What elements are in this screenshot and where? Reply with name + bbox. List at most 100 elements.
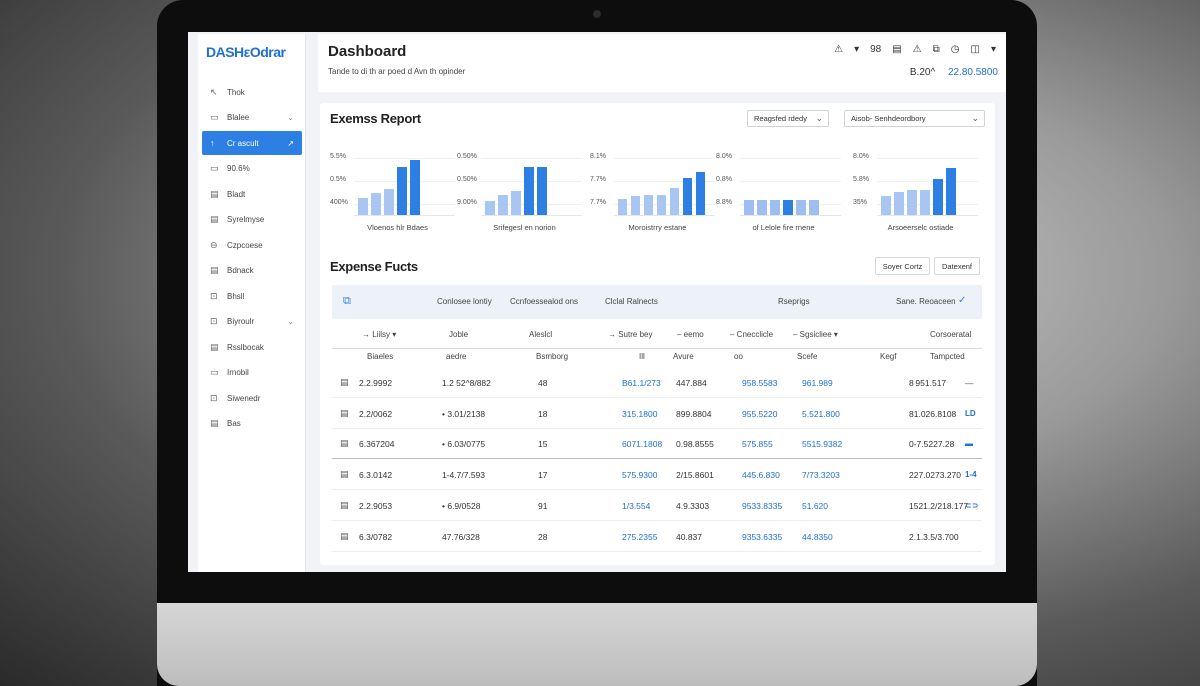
sidebar-item-label: Cr ascult (227, 138, 259, 148)
chart-bar[interactable] (371, 193, 381, 215)
row-action-icon[interactable]: ▬ (965, 439, 973, 448)
table-icon[interactable]: ⧉ (343, 295, 351, 308)
sidebar-item[interactable]: ▤ Rsslbocak (202, 335, 302, 359)
alert-icon[interactable]: ⚠ (913, 44, 922, 55)
chart-bar[interactable] (631, 196, 640, 215)
row-action-icon[interactable]: — (965, 378, 974, 388)
row-doc-icon[interactable]: ▤ (340, 500, 349, 511)
column-header[interactable]: – Cnecclicle (730, 330, 773, 339)
table-cell: 6.3/0782 (359, 531, 393, 542)
main-card: Exemss Report Reagsfed rdedy ⌄ Aisob- Se… (320, 103, 995, 565)
table-row[interactable]: ▤ 6.367204 • 6.03/0775 15 6071.1808 0.98.8555… (332, 428, 982, 460)
chart-bar[interactable] (511, 191, 521, 215)
chart-bar[interactable] (907, 190, 917, 215)
calendar-icon[interactable]: ▤ (892, 44, 901, 55)
chart-bar[interactable] (358, 198, 368, 215)
sidebar-item[interactable]: ▭ Irnobil (202, 361, 302, 385)
row-doc-icon[interactable]: ▤ (340, 469, 349, 480)
chart-bar[interactable] (920, 190, 930, 215)
chart-bar[interactable] (757, 200, 767, 215)
table-row[interactable]: ▤ 6.3/0782 47.76/328 28 275.2355 40.837 9353.6… (332, 521, 982, 552)
sidebar-item[interactable]: ⊖ Czpcoese (202, 233, 302, 257)
header-stats: B.20^ 22.80.5800 (910, 67, 998, 78)
column-header[interactable]: → Sutre bey (608, 330, 652, 339)
chart-bar[interactable] (524, 167, 534, 215)
chart-bar[interactable] (618, 199, 627, 215)
warning-icon[interactable]: ⚠ (834, 44, 843, 55)
sidebar-item[interactable]: ▤ Bdnack (202, 259, 302, 283)
chart-bar[interactable] (783, 200, 793, 215)
dropdown-icon[interactable]: ▾ (991, 44, 996, 55)
chart-bar[interactable] (809, 200, 819, 215)
chart-bar[interactable] (894, 192, 904, 215)
column-header[interactable]: → Liilsy ▾ (362, 330, 396, 339)
chart-bar[interactable] (397, 167, 407, 215)
chart-bar[interactable] (657, 195, 666, 215)
column-header[interactable]: – eemo (677, 330, 704, 339)
table-row[interactable]: ▤ 2.2.9053 • 6.9/0528 91 1/3.554 4.9.3303 9533… (332, 490, 982, 521)
column-header[interactable]: Joble (449, 330, 468, 339)
y-tick-label: 400% (330, 199, 348, 206)
clock-icon[interactable]: ◷ (951, 44, 960, 55)
camera-icon[interactable]: ◫ (971, 44, 980, 55)
column-header[interactable]: – Sgsicliee ▾ (793, 330, 838, 339)
stat-left: B.20^ (909, 67, 936, 78)
chart-bar[interactable] (537, 167, 547, 215)
column-header[interactable]: Corsoeratal (930, 330, 971, 339)
check-icon[interactable]: ✓ (958, 295, 966, 306)
sidebar-item[interactable]: ▭ 90.6% (202, 157, 302, 181)
sidebar-item[interactable]: ⊡ Siwenedr (202, 386, 302, 410)
sidebar-item[interactable]: ⊡ Biyroulr ⌄ (202, 310, 302, 334)
funds-title: Expense Fucts (330, 259, 418, 274)
report-select-category[interactable]: Aisob- Senhdeordbory ⌄ (844, 110, 985, 127)
sidebar-item[interactable]: ▤ Bladt (202, 182, 302, 206)
chart-bar[interactable] (670, 188, 679, 215)
nav-icon: ▤ (210, 214, 219, 224)
row-doc-icon[interactable]: ▤ (340, 408, 349, 419)
table-row[interactable]: ▤ 2.2.9992 1.2 52^8/882 48 B61.1/273 447.884 9… (332, 367, 982, 398)
row-action-icon[interactable]: ⊂⊃ (965, 501, 978, 510)
chart-bar[interactable] (485, 201, 495, 215)
row-doc-icon[interactable]: ▤ (340, 438, 349, 449)
chart-bar[interactable] (410, 160, 420, 215)
sidebar-item[interactable]: ▤ Bas (202, 412, 302, 436)
table-row[interactable]: ▤ 6.3.0142 1-4.7/7.593 17 575.9300 2/15.8601 4… (332, 459, 982, 491)
chart-bar[interactable] (644, 195, 653, 215)
image-icon[interactable]: ⧉ (933, 44, 940, 55)
chart-bar[interactable] (933, 179, 943, 215)
y-tick-label: 7.7% (590, 176, 606, 183)
soyer-cortz-button[interactable]: Soyer Cortz (875, 257, 930, 275)
table-cell: 2.2.9053 (359, 500, 393, 511)
sidebar-item[interactable]: ↑ Cr ascult ↗ (202, 131, 302, 155)
chart-bar[interactable] (770, 200, 780, 215)
sidebar-item[interactable]: ⊡ Bhsll (202, 284, 302, 308)
chart-bar[interactable] (744, 200, 754, 215)
chart-bar[interactable] (683, 178, 692, 215)
chart-bar[interactable] (696, 172, 705, 215)
row-doc-icon[interactable]: ▤ (340, 377, 349, 388)
chevron-down-icon[interactable]: ▾ (854, 44, 859, 55)
report-select-range[interactable]: Reagsfed rdedy ⌄ (747, 110, 829, 127)
chart-bar[interactable] (796, 200, 806, 215)
sidebar-item[interactable]: ▭ Blalee ⌄ (202, 106, 302, 130)
datexenf-button[interactable]: Datexenf (934, 257, 980, 275)
gridline (877, 158, 978, 159)
chart-bar[interactable] (881, 196, 891, 215)
sidebar-item[interactable]: ↖ Thok (202, 80, 302, 104)
row-action-icon[interactable]: LD (965, 409, 976, 418)
chevron-down-icon: ⌄ (815, 113, 823, 123)
chart-bar[interactable] (384, 189, 394, 215)
table-cell: 5.521.800 (802, 408, 840, 419)
table-row[interactable]: ▤ 2.2/0062 • 3.01/2138 18 315.1800 899.8804 95… (332, 398, 982, 429)
chart-bar[interactable] (946, 168, 956, 215)
sidebar-item[interactable]: ▤ Syrelmyse (202, 208, 302, 232)
table-cell: B61.1/273 (622, 378, 661, 388)
app-logo[interactable]: DASHεOdrar (206, 44, 286, 60)
chart-bar[interactable] (498, 195, 508, 215)
row-action-icon[interactable]: 1-4 (965, 470, 977, 479)
row-doc-icon[interactable]: ▤ (340, 531, 349, 542)
screen: DASHεOdrar ↖ Thok ▭ Blalee ⌄ ↑ Cr ascult ↗ ▭ 90.6… (188, 32, 1006, 572)
table-cell: 2.1.3.5/3.700 (909, 531, 959, 542)
grid-icon[interactable]: 98 (870, 44, 881, 55)
column-header[interactable]: Aleslcl (529, 330, 552, 339)
